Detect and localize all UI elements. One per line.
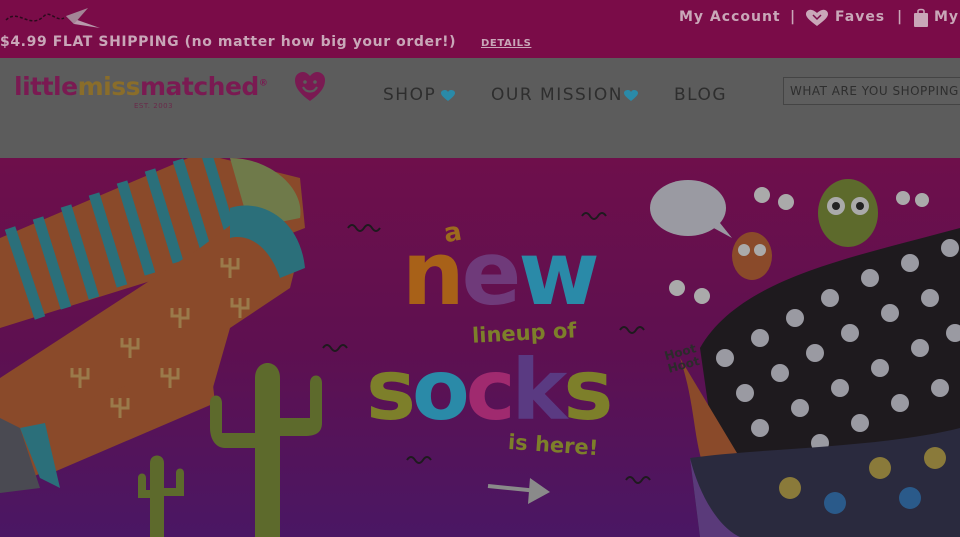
hero-letter: n [402,222,465,325]
logo-established: EST. 2003 [134,102,174,110]
hero-letter: o [412,341,470,439]
speech-bubble [650,180,732,238]
logo-part-matched: matched [139,72,259,101]
nav-item-shop[interactable]: SHOP [383,85,436,105]
details-link[interactable]: DETAILS [481,38,531,49]
paper-plane-icon [5,8,100,28]
polka-dot-sock-illustration [680,228,960,537]
arrow-right-icon[interactable] [487,478,550,504]
hero-letter: w [518,222,599,325]
heart-icon[interactable] [805,9,829,27]
hero-headline-new: new [402,230,600,318]
my-account-link[interactable]: My Account [679,9,781,25]
nav-item-blog[interactable]: BLOG [674,85,727,105]
logo-wordmark: littlemissmatched® [14,72,268,101]
separator: | [790,9,796,25]
logo-part-miss: miss [77,72,141,101]
registered-mark: ® [258,78,268,89]
separator: | [897,9,903,25]
search-input[interactable] [784,78,960,104]
logo-part-little: little [14,72,78,101]
hero-banner[interactable]: a new lineup of socks is here! Hoot Hoot [0,158,960,537]
brand-logo[interactable]: littlemissmatched® EST. 2003 [14,72,268,112]
hero-letter: e [461,222,522,325]
nav-item-our-mission[interactable]: OUR MISSION [491,85,623,105]
promo-bar: My Account | Faves | My $4.99 FLAT SHIPP… [0,0,960,58]
chevron-heart-icon[interactable] [624,90,638,102]
hero-letter: s [366,341,416,439]
chevron-heart-icon[interactable] [441,90,455,102]
hero-letter: s [563,341,613,439]
my-bag-link[interactable]: My [934,9,959,25]
shopping-bag-icon[interactable] [913,8,929,28]
search-box[interactable] [783,77,960,105]
hero-letter: c [465,341,516,439]
hero-letter: k [511,341,568,439]
hero-headline-socks: socks [366,348,613,432]
smiley-heart-icon [295,72,325,101]
faves-link[interactable]: Faves [835,9,885,25]
shipping-promo-text: $4.99 FLAT SHIPPING (no matter how big y… [0,34,457,50]
